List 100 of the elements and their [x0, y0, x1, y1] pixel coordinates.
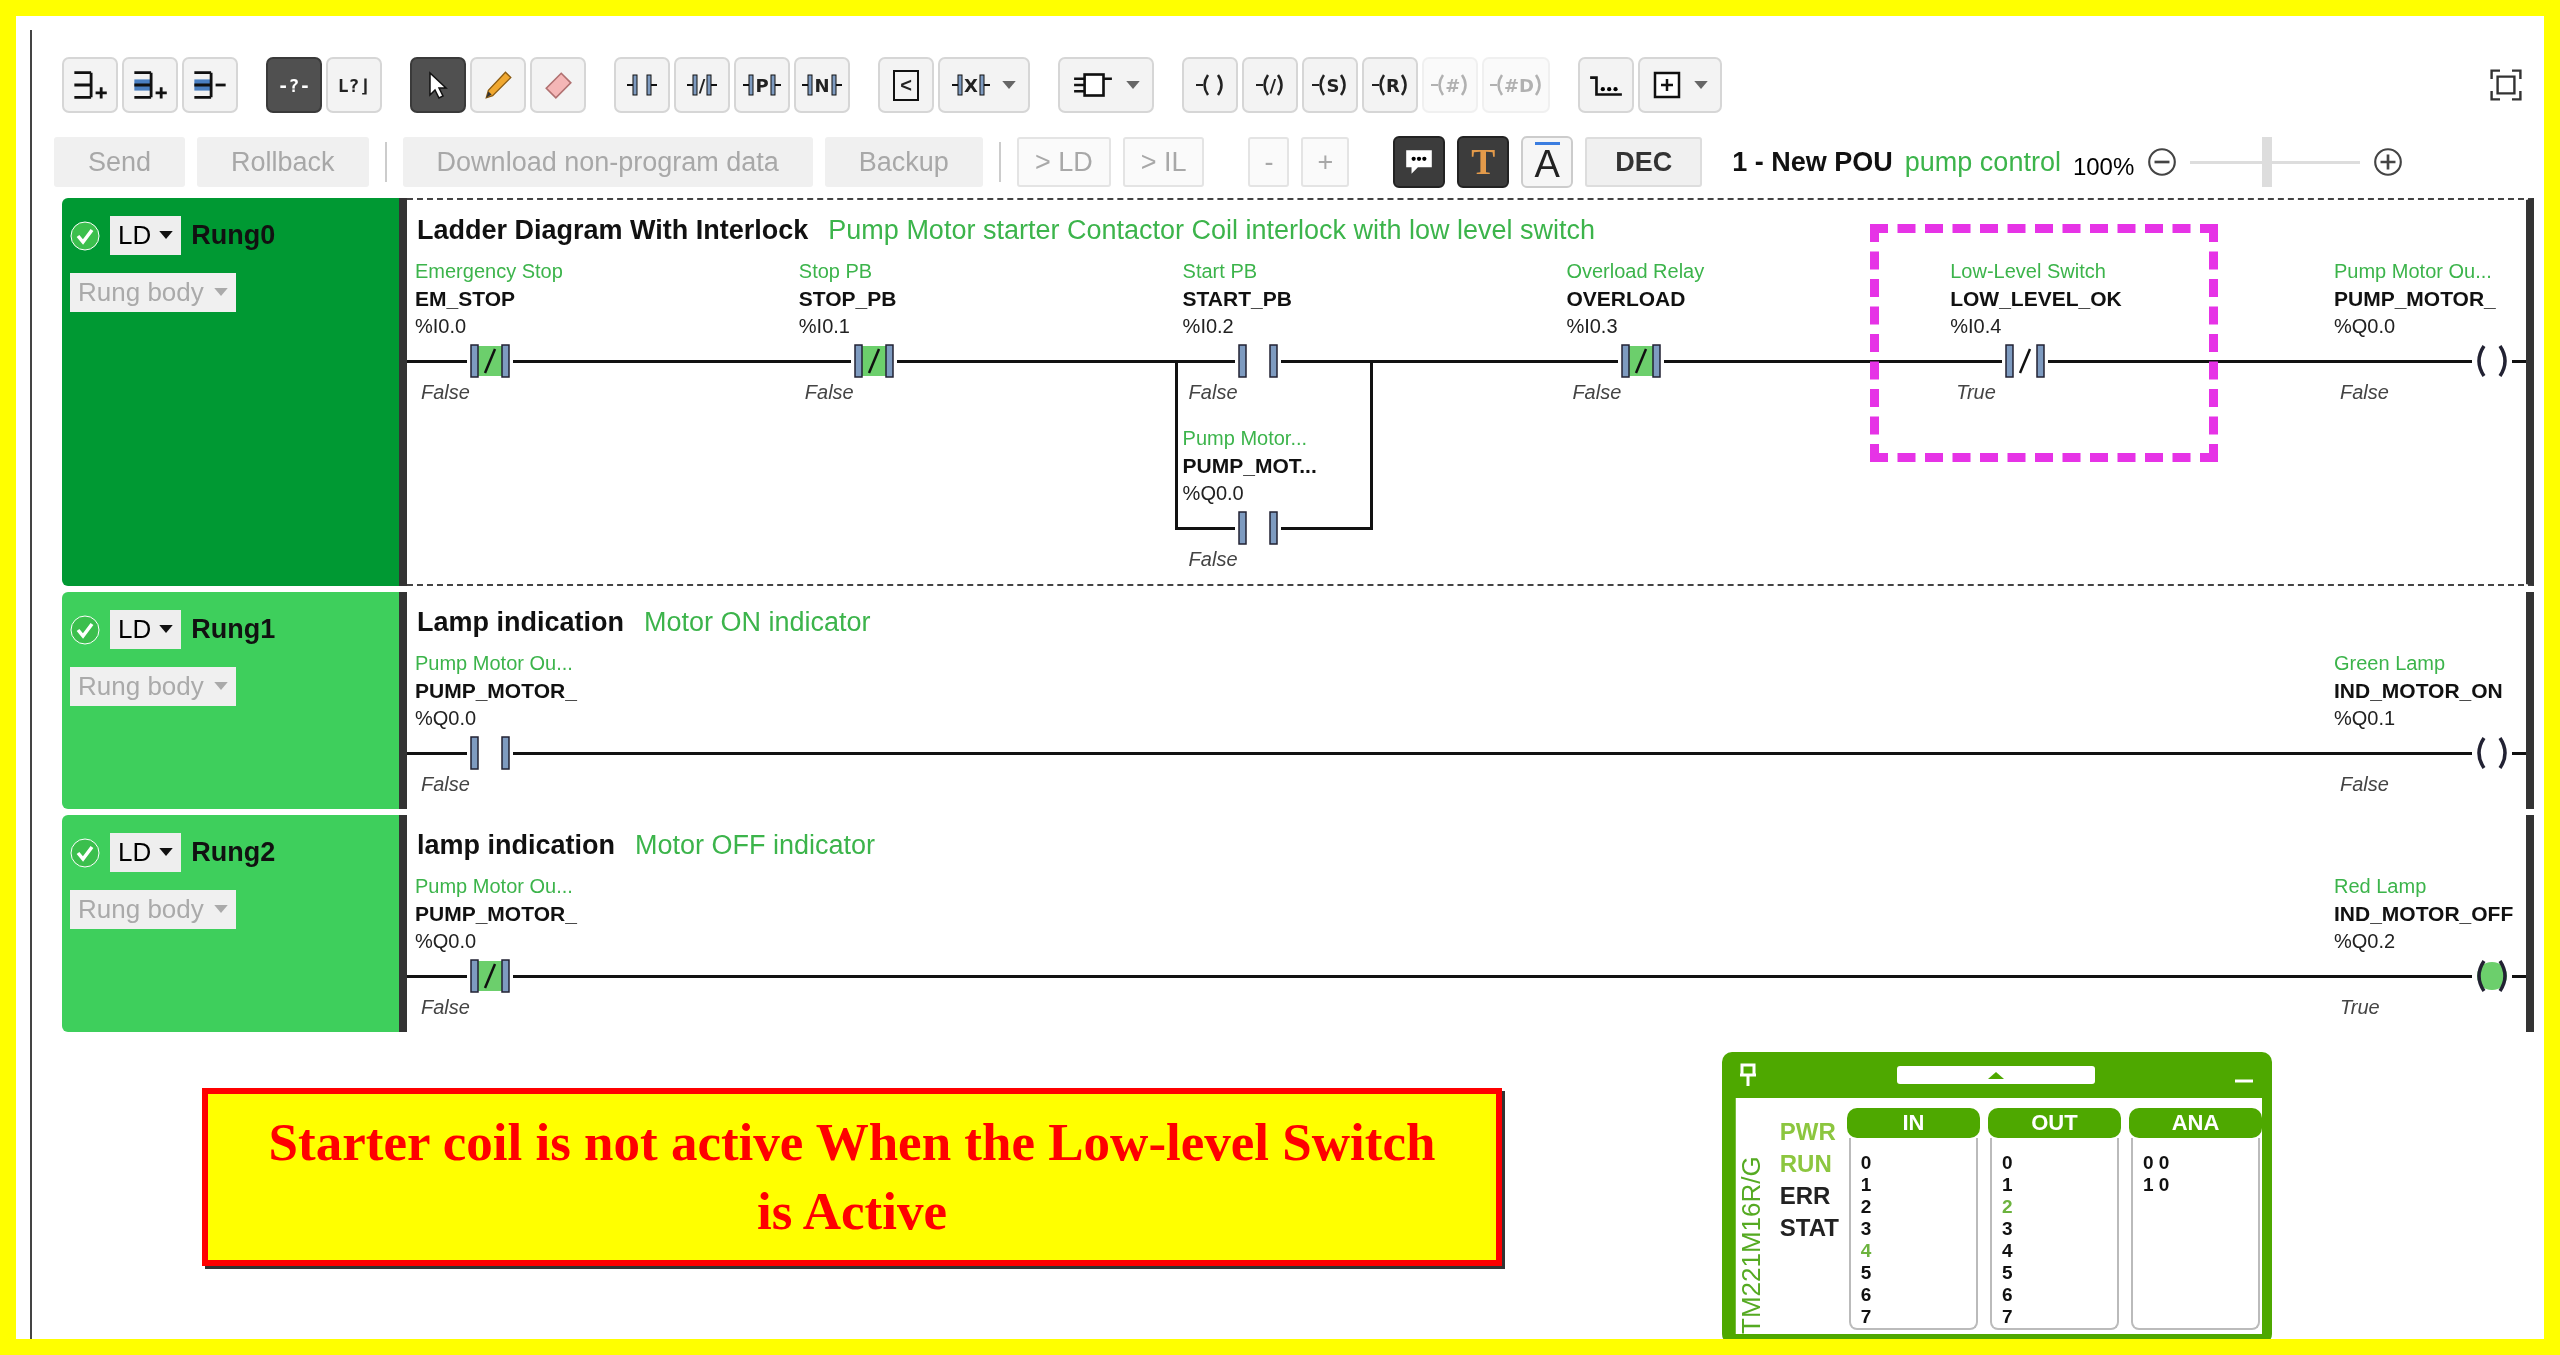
variable-value: False: [1187, 381, 1239, 405]
language-dropdown[interactable]: LD: [110, 610, 182, 649]
io-channel: 5: [1860, 1262, 1873, 1284]
caret-icon: [1693, 80, 1708, 90]
toolbar-button[interactable]: L?⌋: [326, 57, 382, 113]
rung-text-icon: -?-: [277, 74, 311, 96]
zoom-thumb[interactable]: [2261, 137, 2272, 187]
variable-value: False: [420, 381, 471, 405]
variable-comment: Emergency Stop: [415, 260, 564, 283]
eraser-icon: [542, 69, 574, 101]
variable-address: %Q0.0: [1182, 482, 1245, 505]
caret-icon: [159, 848, 174, 857]
variable-symbol: PUMP_MOTOR_: [415, 679, 578, 703]
caret-icon: [213, 682, 228, 691]
variable-value: True: [1955, 381, 1997, 405]
rung-add-icon: [131, 68, 169, 102]
io-channel: 4: [2001, 1240, 2014, 1262]
io-column-header: IN: [1846, 1108, 1980, 1138]
io-channel: 1: [1860, 1174, 1873, 1196]
pou-name: 1 - New POU: [1732, 146, 1893, 178]
io-channel: 3: [2001, 1218, 2014, 1240]
variable-address: %Q0.0: [2334, 315, 2397, 338]
variable-symbol: PUMP_MOT...: [1182, 454, 1318, 478]
io-channel: 1 0: [2142, 1174, 2171, 1196]
variable-value: False: [1187, 548, 1239, 572]
variable-value: False: [2339, 381, 2390, 405]
no-contact-icon[interactable]: [467, 733, 513, 773]
toolbar-button[interactable]: /: [1241, 57, 1298, 113]
caret-icon: [213, 288, 228, 297]
pin-icon[interactable]: [1738, 1063, 1758, 1087]
rung-comment: Pump Motor starter Contactor Coil interlock with low level switch: [828, 215, 1596, 246]
variable-value: False: [803, 381, 855, 405]
variable-comment: Overload Relay: [1566, 260, 1706, 283]
toolbar-button[interactable]: <: [878, 57, 934, 113]
zoom-reading: 100%: [2072, 153, 2135, 181]
variable-symbol: PUMP_MOTOR_: [2334, 287, 2497, 311]
io-channel: 7: [1860, 1306, 1873, 1328]
variable-symbol: EM_STOP: [415, 287, 516, 311]
status-led-label: ERR: [1779, 1182, 1832, 1210]
variable-comment: Green Lamp: [2334, 652, 2447, 675]
rung-header-panel[interactable]: LD Rung0 Rung body: [62, 198, 407, 586]
io-channel: 7: [2001, 1306, 2014, 1328]
annotation-note: Starter coil is not active When the Low-level Switch is Active: [202, 1088, 1502, 1266]
zoom-in-icon[interactable]: [2372, 146, 2405, 178]
nc-contact-icon[interactable]: [467, 341, 513, 381]
rung-remove-icon: [191, 68, 229, 102]
caret-icon: [1125, 80, 1140, 90]
caret-icon: [213, 905, 228, 914]
toolbar-button[interactable]: N: [794, 57, 850, 113]
caret-icon: [159, 625, 174, 634]
io-column-header: OUT: [1987, 1108, 2121, 1138]
toolbar-button[interactable]: /: [674, 57, 730, 113]
variable-comment: Pump Motor Ou...: [415, 875, 574, 898]
status-led-label: RUN: [1779, 1150, 1833, 1178]
toolbar-button[interactable]: S: [1301, 57, 1358, 113]
zoom-out-icon[interactable]: [2146, 146, 2179, 178]
io-channel: 0: [1860, 1152, 1873, 1174]
rung-comment: Motor ON indicator: [644, 607, 871, 638]
io-channel: 3: [1860, 1218, 1873, 1240]
language-dropdown[interactable]: LD: [110, 833, 182, 872]
toolbar-button[interactable]: X: [938, 57, 1030, 113]
rung-name: Rung0: [191, 220, 276, 251]
toolbar-button[interactable]: [410, 57, 466, 113]
variable-comment: Start PB: [1182, 260, 1259, 283]
toggle-button[interactable]: A: [1521, 136, 1574, 188]
caret-icon: [1001, 80, 1016, 90]
rung-add-icon: [71, 68, 109, 102]
variable-comment: Pump Motor...: [1182, 427, 1309, 450]
toolbar-button[interactable]: P: [734, 57, 790, 113]
variable-address: %Q0.2: [2334, 930, 2397, 953]
variable-comment: Low-Level Switch: [1950, 260, 2107, 283]
toggle-button[interactable]: [1393, 136, 1446, 188]
variable-value: False: [1571, 381, 1623, 405]
status-led-label: STAT: [1779, 1214, 1839, 1242]
compare-icon: <: [893, 69, 919, 101]
rung-title: Ladder Diagram With Interlock: [417, 215, 809, 246]
collapse-bar-icon[interactable]: [1896, 1065, 2096, 1085]
variable-address: %I0.1: [798, 315, 851, 338]
io-channel: 6: [1860, 1284, 1873, 1306]
variable-comment: Stop PB: [798, 260, 874, 283]
add-box-icon: [1651, 70, 1682, 100]
rung-header-panel[interactable]: LD Rung1 Rung body: [62, 592, 407, 809]
variable-symbol: PUMP_MOTOR_: [415, 902, 578, 926]
rung-header-panel[interactable]: LD Rung2 Rung body: [62, 815, 407, 1032]
rung-title: Lamp indication: [417, 607, 624, 638]
toolbar-button[interactable]: -?-: [266, 57, 322, 113]
io-channel: 4: [1860, 1240, 1873, 1262]
dec-button[interactable]: DEC: [1585, 137, 1703, 187]
toggle-button[interactable]: T: [1457, 136, 1510, 188]
variable-comment: Pump Motor Ou...: [2334, 260, 2493, 283]
rung-name: Rung1: [191, 614, 276, 645]
language-dropdown[interactable]: LD: [110, 216, 182, 255]
variable-address: %I0.2: [1182, 315, 1235, 338]
fullscreen-icon[interactable]: [2488, 67, 2524, 103]
variable-address: %Q0.0: [415, 930, 478, 953]
toolbar-button[interactable]: R: [1361, 57, 1418, 113]
pou-comment: pump control: [1904, 146, 2061, 178]
rung-title: lamp indication: [417, 830, 616, 861]
nc-contact-icon[interactable]: [467, 956, 513, 996]
variable-symbol: STOP_PB: [798, 287, 898, 311]
